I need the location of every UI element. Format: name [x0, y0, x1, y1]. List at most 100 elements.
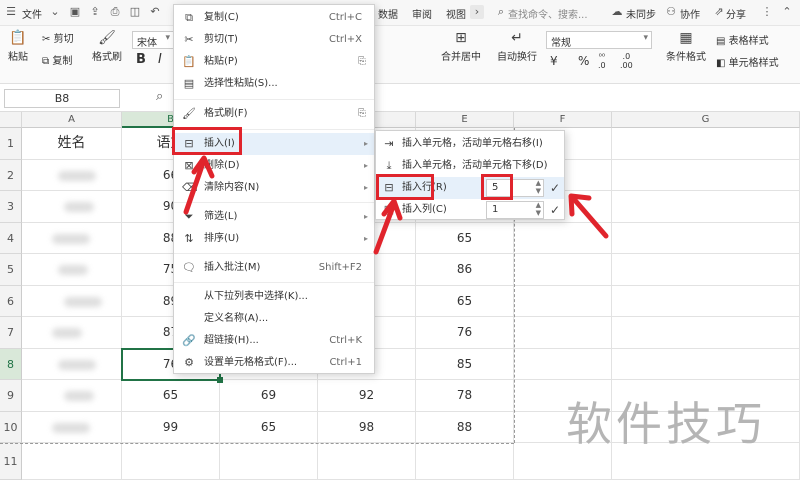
file-menu[interactable]: 文件	[22, 6, 42, 21]
table-cell[interactable]: 65	[220, 411, 318, 443]
table-cell[interactable]: 99	[122, 411, 220, 443]
table-cell[interactable]: 85	[416, 348, 514, 380]
tab-data[interactable]: 数据	[378, 6, 398, 21]
row-header-10[interactable]: 10	[0, 411, 22, 443]
table-cell[interactable]: 98	[318, 411, 416, 443]
menu-item-insert-comment[interactable]: 🗨 插入批注(M) Shift+F2	[174, 257, 374, 279]
table-cell[interactable]: 78	[416, 380, 514, 412]
search-input[interactable]: 查找命令、搜索...	[508, 6, 588, 21]
format-painter-button[interactable]: 🖌 格式刷	[90, 30, 124, 63]
spinner-arrows-icon[interactable]: ▲ ▼	[536, 179, 541, 195]
table-cell[interactable]	[612, 254, 800, 286]
submenu-insert-rows[interactable]: ⊟ 插入行(R) 5 ▲ ▼ ✓	[376, 177, 564, 199]
paste-button[interactable]: 📋 粘贴	[4, 30, 32, 63]
menu-item-pick-from-list[interactable]: 从下拉列表中选择(K)...	[174, 286, 374, 308]
confirm-check-icon[interactable]: ✓	[548, 199, 562, 221]
row-header-2[interactable]: 2	[0, 159, 22, 191]
submenu-insert-cells-down[interactable]: ⤓ 插入单元格，活动单元格下移(D)	[376, 155, 564, 177]
collab-button[interactable]: 协作	[680, 6, 700, 21]
wrap-text-button[interactable]: ↵ 自动换行	[492, 30, 542, 63]
merge-center-button[interactable]: ⊞ 合并居中	[437, 30, 485, 63]
menu-item-filter[interactable]: ⏷ 筛选(L) ▸	[174, 206, 374, 228]
menu-item-paste[interactable]: 📋 粘贴(P) ⎘	[174, 51, 374, 73]
menu-item-format-cells[interactable]: ⚙ 设置单元格格式(F)... Ctrl+1	[174, 352, 374, 374]
sync-status[interactable]: 未同步	[626, 6, 656, 21]
export-icon[interactable]: ⇪	[88, 5, 102, 19]
table-cell[interactable]	[612, 159, 800, 191]
table-cell[interactable]: 65	[122, 380, 220, 412]
currency-button[interactable]: ¥	[550, 54, 558, 68]
column-header-e[interactable]: E	[416, 112, 514, 128]
copy-button[interactable]: ⧉ 复制	[42, 52, 82, 67]
row-header-9[interactable]: 9	[0, 380, 22, 412]
table-cell[interactable]	[416, 443, 514, 480]
percent-button[interactable]: %	[578, 54, 589, 68]
submenu-insert-cols[interactable]: ◫ 插入列(C) 1 ▲ ▼ ✓	[376, 199, 564, 221]
table-cell[interactable]: 88	[416, 411, 514, 443]
table-style-button[interactable]: ▤ 表格样式	[716, 32, 769, 47]
menu-item-sort[interactable]: ⇅ 排序(U) ▸	[174, 228, 374, 250]
table-cell[interactable]	[514, 285, 612, 317]
increase-decimal-button[interactable]: .0.00	[620, 52, 633, 70]
menu-item-delete[interactable]: ⊠ 删除(D) ▸	[174, 155, 374, 177]
format-painter-extra-icon[interactable]: ⎘	[358, 103, 366, 125]
row-header-7[interactable]: 7	[0, 317, 22, 349]
row-header-3[interactable]: 3	[0, 191, 22, 223]
table-cell[interactable]: 69	[220, 380, 318, 412]
decrease-decimal-button[interactable]: ⁰⁰ .0	[598, 52, 606, 70]
chevron-down-icon[interactable]: ⌄	[48, 5, 62, 19]
italic-button[interactable]: I	[158, 52, 162, 67]
row-header-11[interactable]: 11	[0, 443, 22, 480]
bold-button[interactable]: B	[136, 52, 146, 67]
table-cell[interactable]	[612, 317, 800, 349]
cut-button[interactable]: ✂ 剪切	[42, 30, 82, 45]
table-cell[interactable]	[612, 128, 800, 160]
insert-rows-count-input[interactable]: 5 ▲ ▼	[486, 179, 544, 197]
table-cell[interactable]: 92	[318, 380, 416, 412]
table-cell[interactable]	[514, 254, 612, 286]
tab-review[interactable]: 审阅	[412, 6, 432, 21]
row-header-4[interactable]: 4	[0, 222, 22, 254]
collapse-icon[interactable]: ⌃	[780, 5, 794, 19]
more-icon[interactable]: ⋮	[760, 5, 774, 19]
table-cell[interactable]	[514, 348, 612, 380]
row-header-8[interactable]: 8	[0, 348, 22, 380]
column-header-a[interactable]: A	[22, 112, 122, 128]
menu-item-insert[interactable]: ⊟ 插入(I) ▸	[174, 133, 374, 155]
table-cell[interactable]	[612, 191, 800, 223]
table-cell[interactable]	[220, 443, 318, 480]
undo-icon[interactable]: ↶	[148, 5, 162, 19]
submenu-insert-cells-right[interactable]: ⇥ 插入单元格，活动单元格右移(I)	[376, 133, 564, 155]
confirm-check-icon[interactable]: ✓	[548, 177, 562, 199]
table-cell[interactable]	[612, 222, 800, 254]
font-select[interactable]: 宋体	[132, 31, 174, 49]
share-button[interactable]: 分享	[726, 6, 746, 21]
table-cell[interactable]	[612, 285, 800, 317]
row-header-6[interactable]: 6	[0, 285, 22, 317]
table-cell[interactable]: 76	[416, 317, 514, 349]
preview-icon[interactable]: ◫	[128, 5, 142, 19]
table-cell[interactable]	[514, 317, 612, 349]
menu-item-clear[interactable]: ⌫ 清除内容(N) ▸	[174, 177, 374, 199]
select-all-corner[interactable]	[0, 112, 22, 128]
save-icon[interactable]: ▣	[68, 5, 82, 19]
row-header-1[interactable]: 1	[0, 128, 22, 160]
paste-options-icon[interactable]: ⎘	[358, 51, 366, 73]
table-cell[interactable]	[612, 348, 800, 380]
print-icon[interactable]: ⎙	[108, 5, 122, 19]
table-cell[interactable]: 65	[416, 222, 514, 254]
tab-view[interactable]: 视图	[446, 6, 466, 21]
menu-item-define-name[interactable]: 定义名称(A)...	[174, 308, 374, 330]
menu-item-format-painter[interactable]: 🖌 格式刷(F) ⎘	[174, 103, 374, 125]
table-cell[interactable]	[318, 443, 416, 480]
table-cell[interactable]	[514, 222, 612, 254]
column-header-f[interactable]: F	[514, 112, 612, 128]
chevron-right-icon[interactable]: ›	[470, 5, 484, 19]
hamburger-icon[interactable]: ☰	[4, 5, 18, 19]
insert-cols-count-input[interactable]: 1 ▲ ▼	[486, 201, 544, 219]
menu-item-cut[interactable]: ✂ 剪切(T) Ctrl+X	[174, 29, 374, 51]
spinner-arrows-icon[interactable]: ▲ ▼	[536, 201, 541, 217]
table-cell[interactable]	[122, 443, 220, 480]
name-box[interactable]: B8	[4, 89, 120, 108]
menu-item-copy[interactable]: ⧉ 复制(C) Ctrl+C	[174, 7, 374, 29]
